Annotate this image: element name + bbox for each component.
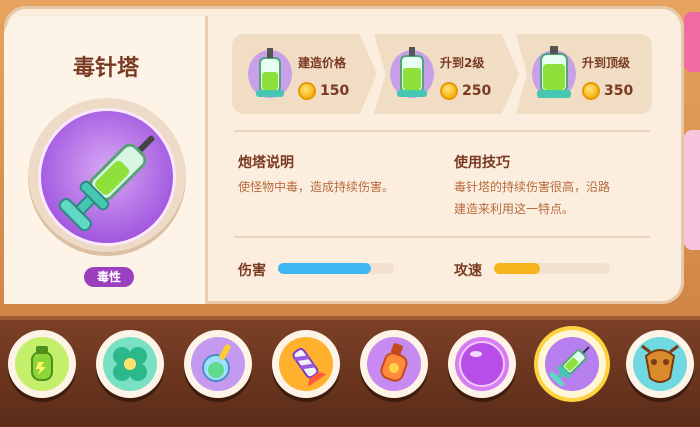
damage-label: 伤害 — [238, 263, 266, 279]
coin-icon — [582, 82, 600, 100]
scarab-icon — [633, 337, 687, 391]
divider — [234, 130, 650, 132]
upgrade-max-cost-value: 350 — [604, 83, 634, 99]
tips-line2: 建造来利用这一特点。 — [454, 202, 575, 216]
tower-portrait — [38, 108, 176, 246]
tower-portrait-panel: 毒针塔 毒性 — [4, 16, 208, 304]
upgrade2-cost-label: 升到2级 — [440, 56, 485, 70]
close-tab[interactable] — [684, 12, 700, 72]
upgrade-max-cost-label: 升到顶级 — [582, 56, 631, 70]
tower-slot-scarab[interactable] — [626, 330, 694, 398]
build-cost-box: 建造价格 150 — [232, 34, 377, 114]
description-title: 炮塔说明 — [238, 155, 294, 171]
flask-max-icon — [532, 46, 576, 98]
upgrade2-cost-value: 250 — [462, 83, 492, 99]
speed-label: 攻速 — [454, 263, 482, 279]
tips-title: 使用技巧 — [454, 155, 510, 171]
build-cost-label: 建造价格 — [298, 56, 347, 70]
tower-slot-clover[interactable] — [96, 330, 164, 398]
clover-icon — [103, 337, 157, 391]
syringe-icon — [58, 135, 155, 232]
upgrade-max-cost-box: 升到顶级 350 — [516, 34, 652, 114]
upgrade2-cost-box: 升到2级 250 — [374, 34, 519, 114]
flask-level2-icon — [390, 47, 434, 98]
description-text: 使怪物中毒，造成持续伤害。 — [238, 180, 395, 194]
tower-portrait-frame — [28, 98, 186, 256]
tower-slot-bottle[interactable] — [360, 330, 428, 398]
tower-name: 毒针塔 — [72, 56, 139, 81]
tower-slot-rocket[interactable] — [272, 330, 340, 398]
coin-icon — [440, 82, 458, 100]
side-tab[interactable] — [684, 130, 700, 250]
tower-slot-potion[interactable] — [8, 330, 76, 398]
damage-bar-fill — [278, 263, 371, 274]
bubble-icon — [455, 337, 509, 391]
flask-icon — [191, 337, 245, 391]
syringe-icon — [545, 337, 599, 391]
potion-icon — [15, 337, 69, 391]
damage-bar — [278, 263, 394, 274]
tower-slot-flask[interactable] — [184, 330, 252, 398]
build-cost-value: 150 — [320, 83, 350, 99]
divider — [234, 236, 650, 238]
coin-icon — [298, 82, 316, 100]
flask-level1-icon — [248, 48, 292, 98]
tower-slot-syringe[interactable] — [538, 330, 606, 398]
rocket-icon — [279, 337, 333, 391]
speed-bar — [494, 263, 610, 274]
tower-slot-bubble[interactable] — [448, 330, 516, 398]
tips-line1: 毒针塔的持续伤害很高，沿路 — [454, 180, 611, 194]
speed-bar-fill — [494, 263, 541, 274]
cost-row: 建造价格 150 升到2级 250 升到顶级 350 — [232, 34, 652, 114]
bottle-icon — [367, 337, 421, 391]
tower-type-tag: 毒性 — [84, 267, 134, 287]
